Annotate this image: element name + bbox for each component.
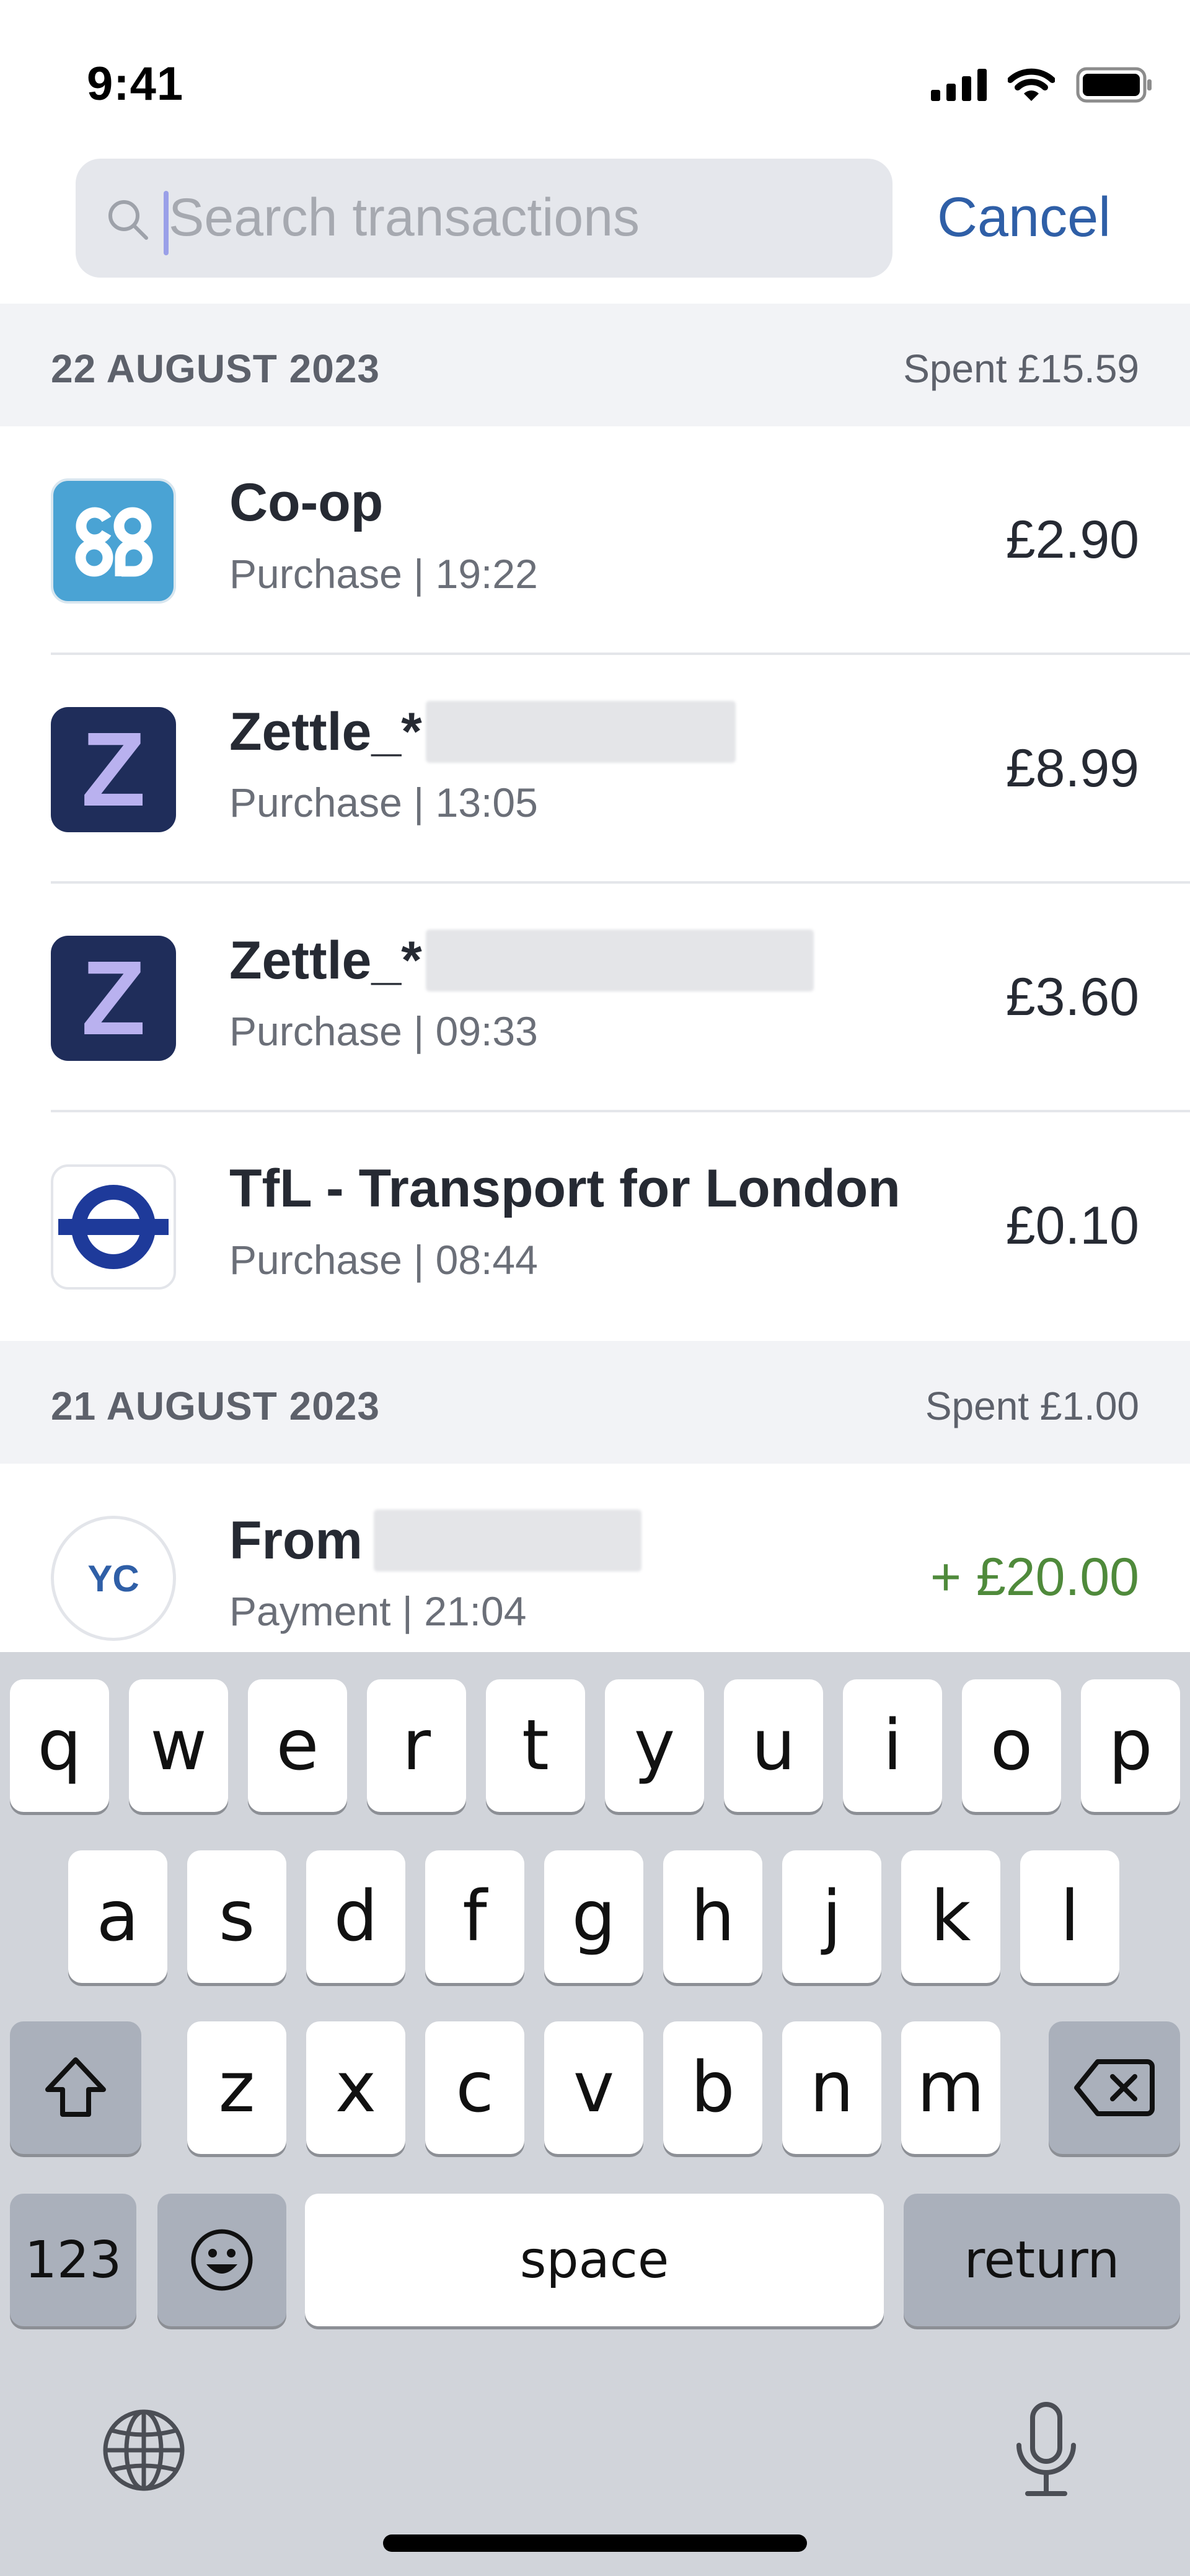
emoji-icon [191,2229,253,2291]
home-indicator [383,2534,807,2552]
section-spent-total: Spent £1.00 [925,1384,1139,1428]
merchant-name: TfL - Transport for London [229,1159,901,1218]
key-y[interactable]: y [605,1679,704,1812]
shift-icon [45,2057,106,2117]
transaction-amount: £2.90 [1005,510,1139,569]
key-c[interactable]: c [425,2021,524,2154]
zettle-logo: Z [51,707,176,832]
key-v[interactable]: v [544,2021,643,2154]
status-bar: 9:41 [0,0,1190,149]
transaction-meta: Purchase | 13:05 [229,780,538,825]
redacted-text [425,930,814,991]
key-j[interactable]: j [782,1850,881,1983]
section-date: 21 AUGUST 2023 [51,1384,380,1428]
key-s[interactable]: s [187,1850,286,1983]
transaction-row[interactable]: TfL - Transport for London Purchase | 08… [0,1112,1190,1341]
text-cursor [164,191,169,255]
status-icons [931,67,1153,103]
key-k[interactable]: k [901,1850,1000,1983]
transaction-amount: £0.10 [1005,1196,1139,1255]
key-e[interactable]: e [248,1679,347,1812]
transaction-meta: Purchase | 09:33 [229,1008,538,1054]
key-o[interactable]: o [962,1679,1061,1812]
key-i[interactable]: i [843,1679,942,1812]
return-key[interactable]: return [904,2194,1180,2326]
key-f[interactable]: f [425,1850,524,1983]
key-p[interactable]: p [1081,1679,1180,1812]
key-q[interactable]: q [10,1679,109,1812]
numbers-key[interactable]: 123 [10,2194,136,2326]
key-z[interactable]: z [187,2021,286,2154]
search-bar: Cancel [0,149,1190,304]
battery-icon [1076,67,1152,103]
zettle-logo: Z [51,936,176,1061]
search-icon [108,200,148,240]
key-m[interactable]: m [901,2021,1000,2154]
transaction-meta: Payment | 21:04 [229,1588,527,1634]
transaction-amount: £8.99 [1005,739,1139,798]
transaction-row[interactable]: Z Zettle_* Purchase | 13:05 £8.99 [0,655,1190,884]
microphone-icon[interactable] [1009,2401,1083,2500]
key-b[interactable]: b [663,2021,762,2154]
section-header: 21 AUGUST 2023 Spent £1.00 [0,1341,1190,1464]
search-input[interactable] [169,183,863,252]
redacted-text [374,1510,641,1572]
key-a[interactable]: a [68,1850,167,1983]
key-g[interactable]: g [544,1850,643,1983]
merchant-name: Zettle_* [229,701,422,762]
tfl-roundel-logo [51,1164,176,1290]
space-key[interactable]: space [305,2194,884,2326]
transaction-amount: £3.60 [1005,967,1139,1027]
wifi-icon [1008,68,1055,101]
cancel-button[interactable]: Cancel [937,186,1111,250]
on-screen-keyboard: q w e r t y u i o p a s d f g h j k l z … [0,1652,1190,2576]
key-h[interactable]: h [663,1850,762,1983]
key-r[interactable]: r [367,1679,466,1812]
section-date: 22 AUGUST 2023 [51,346,380,391]
backspace-key[interactable] [1049,2021,1180,2154]
coop-logo [51,478,176,604]
key-u[interactable]: u [724,1679,823,1812]
transaction-row[interactable]: Z Zettle_* Purchase | 09:33 £3.60 [0,884,1190,1112]
globe-icon[interactable] [100,2407,187,2494]
section-header: 22 AUGUST 2023 Spent £15.59 [0,304,1190,426]
cellular-signal-icon [931,69,987,101]
key-l[interactable]: l [1020,1850,1119,1983]
status-time: 9:41 [87,58,184,110]
transaction-amount: + £20.00 [930,1547,1139,1607]
section-spent-total: Spent £15.59 [903,346,1139,391]
transaction-row[interactable]: Co-op Purchase | 19:22 £2.90 [0,426,1190,655]
transaction-meta: Purchase | 19:22 [229,551,538,597]
key-x[interactable]: x [306,2021,405,2154]
key-t[interactable]: t [486,1679,585,1812]
shift-key[interactable] [10,2021,141,2154]
emoji-key[interactable] [157,2194,286,2326]
key-d[interactable]: d [306,1850,405,1983]
initials-avatar: YC [51,1516,176,1641]
search-field[interactable] [76,159,892,278]
merchant-name: Zettle_* [229,930,422,990]
payer-name: From [229,1510,363,1570]
key-n[interactable]: n [782,2021,881,2154]
redacted-text [425,701,736,763]
backspace-icon [1074,2059,1155,2116]
transaction-row[interactable]: YC From Payment | 21:04 + £20.00 [0,1464,1190,1652]
key-w[interactable]: w [129,1679,228,1812]
transaction-meta: Purchase | 08:44 [229,1237,538,1283]
merchant-name: Co-op [229,473,384,532]
